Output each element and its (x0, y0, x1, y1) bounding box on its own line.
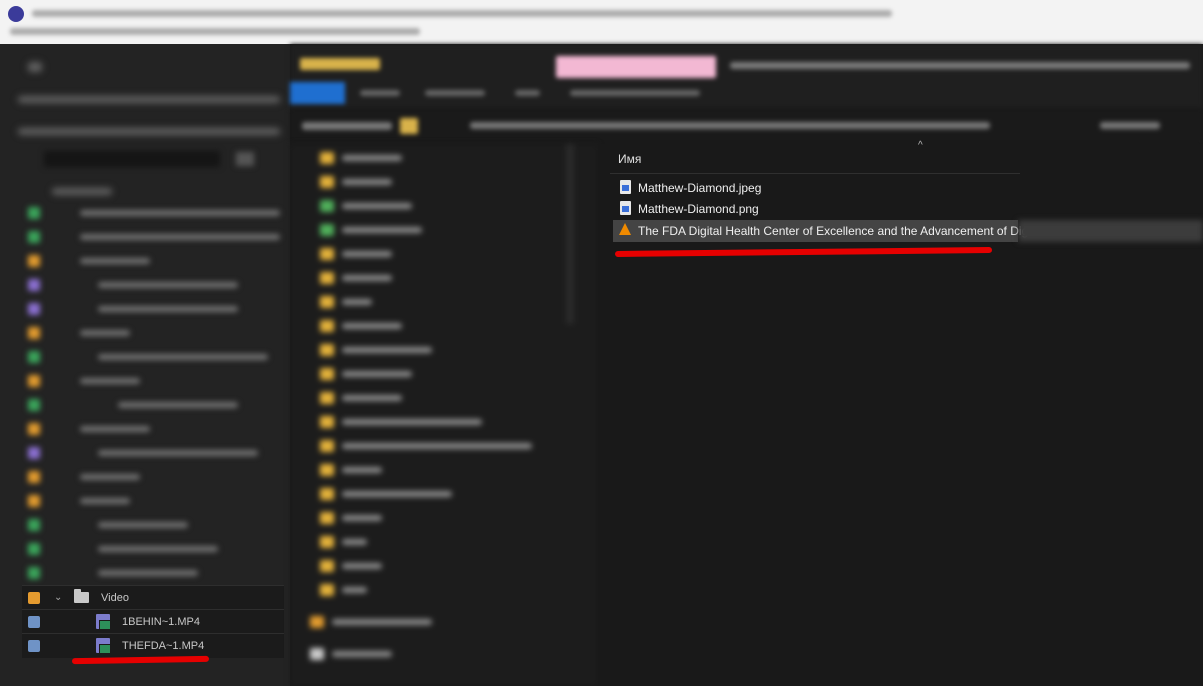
project-item-file[interactable]: 1BEHIN~1.MP4 (22, 609, 284, 634)
blurred-filename-continuation (1018, 220, 1203, 242)
label-color-swatch (28, 640, 40, 652)
video-file-icon (96, 614, 111, 630)
image-file-icon (620, 180, 631, 194)
red-annotation-underline (71, 655, 210, 665)
file-explorer-window: ^ Имя Matthew-Diamond.jpeg Matthew-Diamo… (290, 44, 1203, 686)
blurred-ribbon (290, 44, 1203, 109)
project-item-video-folder[interactable]: ⌄ Video (22, 585, 284, 610)
file-name: Matthew-Diamond.jpeg (638, 181, 762, 195)
file-label: THEFDA~1.MP4 (122, 640, 205, 652)
column-header-label: Имя (618, 152, 642, 166)
file-name: Matthew-Diamond.png (638, 202, 759, 216)
video-file-icon (96, 638, 111, 654)
project-item-file[interactable]: THEFDA~1.MP4 (22, 633, 284, 658)
blurred-address-bar (290, 110, 1203, 142)
image-file-icon (620, 201, 631, 215)
project-panel: ⌄ Video 1BEHIN~1.MP4 THEFDA~1.MP4 (0, 44, 291, 686)
blurred-project-tree (0, 44, 290, 584)
file-label: 1BEHIN~1.MP4 (122, 616, 200, 628)
label-color-swatch (28, 616, 40, 628)
app-icon (8, 6, 24, 22)
chevron-down-icon[interactable]: ⌄ (54, 592, 62, 603)
blurred-navigation-pane (290, 144, 598, 686)
column-header-name[interactable]: Имя (610, 143, 1020, 174)
vlc-cone-icon (619, 223, 631, 235)
folder-icon (74, 589, 89, 603)
folder-label: Video (101, 592, 129, 604)
file-item-selected[interactable]: The FDA Digital Health Center of Excelle… (613, 220, 1028, 242)
window-titlebar (0, 0, 1203, 45)
file-name: The FDA Digital Health Center of Excelle… (638, 224, 1029, 238)
label-color-swatch (28, 592, 40, 604)
